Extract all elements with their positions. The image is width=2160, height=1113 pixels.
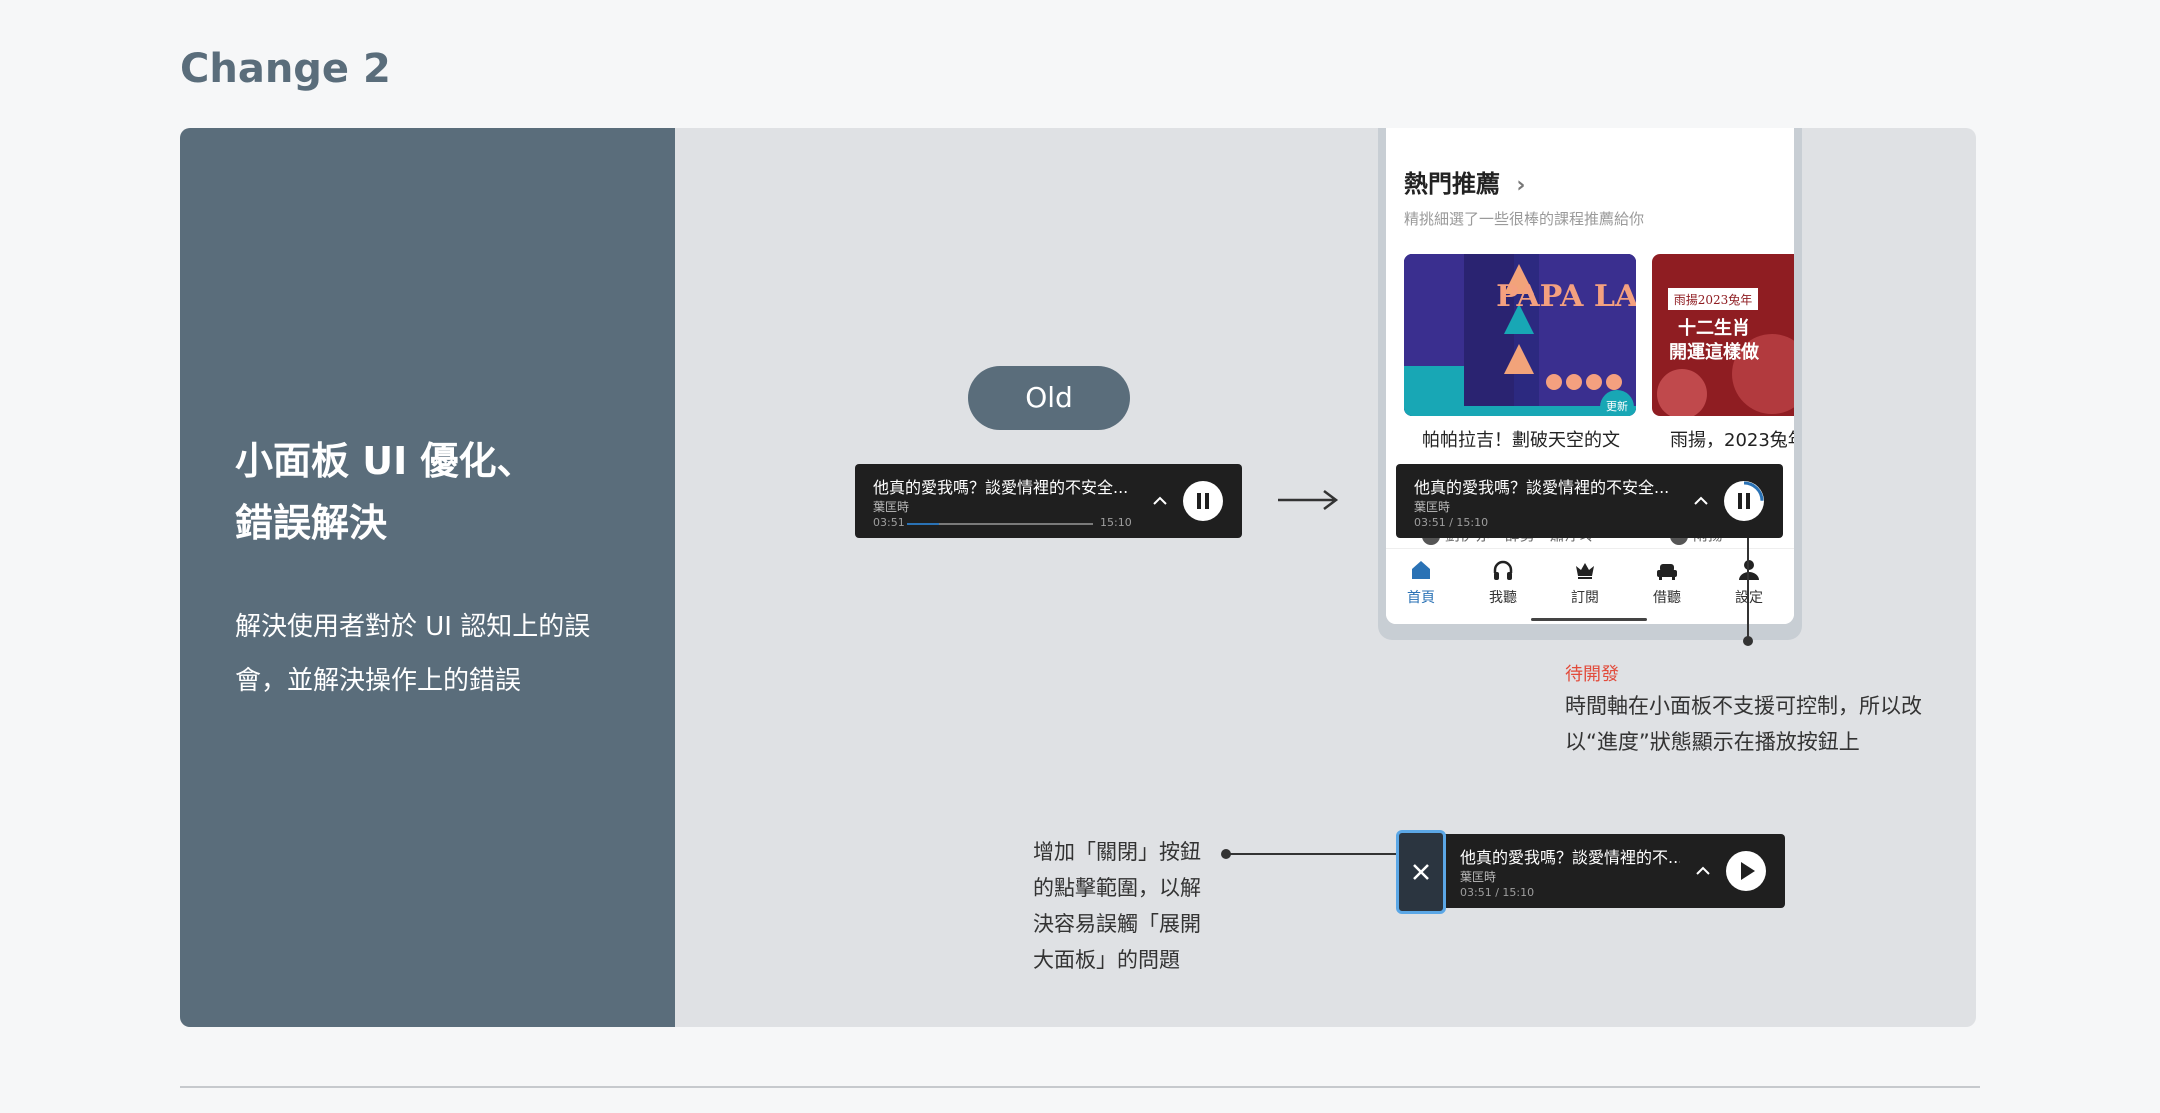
phone-screen: 熱門推薦 › 精挑細選了一些很棒的課程推薦給你 PAPA LAGI [1386, 128, 1794, 624]
headphones-icon [1493, 560, 1513, 580]
callout-line-horizontal [1226, 853, 1396, 855]
old-player-title: 他真的愛我嗎？談愛情裡的不安全... [873, 478, 1129, 497]
play-button[interactable] [1726, 851, 1766, 891]
tab-subscribe[interactable]: 訂閱 [1550, 557, 1620, 607]
home-icon [1412, 561, 1430, 579]
close-button[interactable] [1396, 830, 1446, 914]
course-title-papalagi[interactable]: 帕帕拉吉！劃破天空的文明人 [1422, 428, 1622, 454]
person-icon [1739, 560, 1759, 580]
chevron-up-icon[interactable] [1149, 490, 1171, 512]
tab-borrow[interactable]: 借聽 [1632, 557, 1702, 607]
closable-mini-player[interactable]: 他真的愛我嗎？談愛情裡的不... 葉匡時 03:51 / 15:10 [1398, 834, 1785, 908]
old-player-author: 葉匡時 [873, 500, 910, 514]
closable-player-title: 他真的愛我嗎？談愛情裡的不... [1460, 848, 1680, 867]
cover-text-papa: PAPA LAGI [1496, 279, 1636, 314]
bottom-tab-bar: 首頁 我聽 訂閱 借聽 設定 [1386, 548, 1794, 624]
sofa-icon [1657, 564, 1677, 580]
old-mini-player[interactable]: 他真的愛我嗎？談愛情裡的不安全... 葉匡時 03:51 15:10 [855, 464, 1242, 538]
summary-title-line2: 錯誤解決 [235, 501, 388, 545]
tab-home[interactable]: 首頁 [1386, 557, 1456, 607]
course-title-yuyang[interactable]: 雨揚，2023兔年十二生肖開運這樣做 [1670, 428, 1794, 454]
new-player-author: 葉匡時 [1414, 500, 1451, 514]
closable-player-time: 03:51 / 15:10 [1460, 886, 1535, 899]
summary-title: 小面板 UI 優化、 錯誤解決 [235, 430, 655, 554]
play-icon [1741, 862, 1755, 880]
cover-line1-text: 十二生肖 [1678, 317, 1750, 339]
bottom-divider [180, 1086, 1980, 1088]
new-player-title: 他真的愛我嗎？談愛情裡的不安全... [1414, 478, 1670, 497]
tab-home-label: 首頁 [1407, 590, 1435, 606]
old-player-progress-fill [907, 523, 939, 525]
tab-listening[interactable]: 我聽 [1468, 557, 1538, 607]
course-cover-papalagi[interactable]: PAPA LAGI 更新 [1404, 254, 1636, 416]
update-badge: 更新 [1600, 390, 1634, 416]
callout-line-vertical [1747, 532, 1749, 640]
pause-progress-icon [1724, 481, 1764, 521]
cover-line2-text: 開運這樣做 [1669, 341, 1760, 363]
old-player-time-total: 15:10 [1100, 516, 1132, 529]
pause-icon [1197, 493, 1209, 509]
summary-title-line1: 小面板 UI 優化、 [235, 439, 535, 483]
close-button-note: 增加「關閉」按鈕的點擊範圍，以解決容易誤觸「展開大面板」的問題 [1033, 840, 1201, 972]
progress-note: 時間軸在小面板不支援可控制，所以改以“進度”狀態顯示在播放按鈕上 [1565, 694, 1922, 754]
callout-dot [1743, 636, 1753, 646]
tab-listening-label: 我聽 [1489, 590, 1517, 606]
new-mini-player[interactable]: 他真的愛我嗎？談愛情裡的不安全... 葉匡時 03:51 / 15:10 [1396, 464, 1783, 538]
section-title[interactable]: 熱門推薦 › [1404, 164, 1525, 199]
section-title-text: 熱門推薦 [1404, 170, 1500, 198]
tab-settings[interactable]: 設定 [1714, 557, 1784, 607]
yuyang-cover-art: 雨揚2023兔年 十二生肖 開運這樣做 [1652, 254, 1794, 416]
new-player-time: 03:51 / 15:10 [1414, 516, 1489, 529]
course-cover-yuyang[interactable]: 雨揚2023兔年 十二生肖 開運這樣做 [1652, 254, 1794, 416]
new-pause-button[interactable] [1724, 481, 1764, 521]
papalagi-cover-art: PAPA LAGI [1404, 254, 1636, 416]
right-arrow-icon [1278, 490, 1339, 510]
chevron-up-icon[interactable] [1690, 490, 1712, 512]
left-summary-panel: 小面板 UI 優化、 錯誤解決 解決使用者對於 UI 認知上的誤會，並解決操作上… [180, 128, 675, 1027]
tab-settings-label: 設定 [1735, 590, 1763, 606]
old-label-pill: Old [968, 366, 1130, 430]
crown-icon [1576, 563, 1594, 579]
old-player-time-current: 03:51 [873, 516, 905, 529]
change-card: 小面板 UI 優化、 錯誤解決 解決使用者對於 UI 認知上的誤會，並解決操作上… [180, 128, 1976, 1027]
old-player-progress-track[interactable] [907, 523, 1093, 525]
section-subtitle: 精挑細選了一些很棒的課程推薦給你 [1404, 210, 1645, 228]
cover-tag-text: 雨揚2023兔年 [1674, 292, 1753, 307]
home-indicator [1531, 618, 1647, 621]
old-pause-button[interactable] [1183, 481, 1223, 521]
chevron-right-icon: › [1516, 173, 1526, 198]
tab-subscribe-label: 訂閱 [1571, 590, 1599, 606]
closable-player-author: 葉匡時 [1460, 870, 1497, 884]
tab-borrow-label: 借聽 [1653, 590, 1681, 606]
page-heading: Change 2 [180, 46, 391, 92]
close-icon [1413, 864, 1429, 880]
pending-label: 待開發 [1565, 664, 1619, 685]
summary-description: 解決使用者對於 UI 認知上的誤會，並解決操作上的錯誤 [235, 612, 591, 696]
chevron-up-icon[interactable] [1692, 860, 1714, 882]
phone-mockup: 熱門推薦 › 精挑細選了一些很棒的課程推薦給你 PAPA LAGI [1378, 128, 1802, 640]
